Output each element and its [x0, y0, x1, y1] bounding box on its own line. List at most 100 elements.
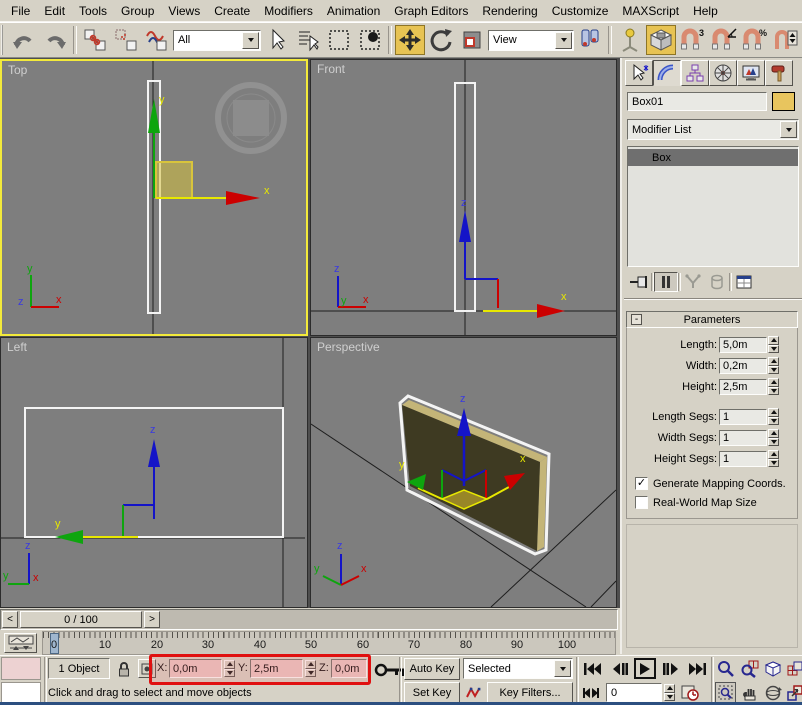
pan-button[interactable]	[739, 682, 760, 703]
maxscript-listener-pane[interactable]	[1, 682, 41, 704]
time-slider-handle[interactable]: 0 / 100	[20, 611, 142, 628]
menu-maxscript[interactable]: MAXScript	[615, 1, 686, 21]
viewport-front[interactable]: Front z x z	[310, 59, 617, 336]
viewport-front-label[interactable]: Front	[317, 62, 345, 76]
remove-modifier-icon[interactable]	[705, 272, 729, 292]
go-to-start-button[interactable]	[581, 659, 605, 679]
arc-rotate-button[interactable]	[762, 682, 783, 703]
reference-coordinate-arrow-icon[interactable]	[555, 32, 572, 49]
previous-frame-button[interactable]	[609, 659, 631, 679]
tab-display[interactable]	[737, 60, 765, 86]
make-unique-icon[interactable]	[681, 272, 705, 292]
unlink-selection-icon[interactable]	[111, 25, 141, 55]
length-field[interactable]: 5,0m	[719, 337, 767, 353]
menu-views[interactable]: Views	[161, 1, 207, 21]
time-slider-prev-button[interactable]: <	[2, 611, 18, 628]
menu-file[interactable]: File	[4, 1, 37, 21]
width-field[interactable]: 0,2m	[719, 358, 767, 374]
select-by-name-icon[interactable]	[293, 25, 323, 55]
viewport-top[interactable]: Top y x	[0, 59, 308, 336]
height-spinner[interactable]	[768, 378, 779, 395]
viewport-perspective-label[interactable]: Perspective	[317, 340, 380, 354]
key-filters-button[interactable]: Key Filters...	[487, 682, 573, 703]
angle-snap-icon[interactable]: 3	[677, 25, 707, 55]
macro-recorder-pane[interactable]	[1, 657, 41, 680]
snaps-toggle-icon[interactable]	[646, 25, 676, 55]
menu-animation[interactable]: Animation	[320, 1, 387, 21]
move-gizmo-left[interactable]: z y	[55, 424, 160, 544]
menu-modifiers[interactable]: Modifiers	[257, 1, 320, 21]
show-end-result-icon[interactable]	[654, 272, 678, 292]
length-segs-spinner[interactable]	[768, 408, 779, 425]
viewport-left-label[interactable]: Left	[7, 340, 27, 354]
zoom-extents-button[interactable]	[762, 658, 783, 679]
parameters-rollout-header[interactable]: - Parameters	[626, 311, 798, 328]
region-zoom-button[interactable]	[715, 682, 736, 703]
tab-hierarchy[interactable]	[681, 60, 709, 86]
view-navigation-ball[interactable]	[218, 85, 284, 151]
track-bar-ruler[interactable]: 0 10 20 30 40 50 60 70 80 90 100	[42, 631, 616, 655]
select-and-scale-icon[interactable]	[457, 25, 487, 55]
modifier-stack-item-box[interactable]: Box	[628, 149, 798, 166]
absolute-mode-toggle[interactable]	[138, 659, 156, 678]
menu-edit[interactable]: Edit	[37, 1, 72, 21]
coord-x-field[interactable]: 0,0m	[169, 659, 222, 678]
frame-number-spinner[interactable]	[664, 684, 675, 701]
tab-motion[interactable]	[709, 60, 737, 86]
height-field[interactable]: 2,5m	[719, 379, 767, 395]
coord-z-field[interactable]: 0,0m	[331, 659, 367, 678]
rectangular-selection-region-icon[interactable]	[324, 25, 354, 55]
play-button[interactable]	[634, 658, 656, 679]
select-and-rotate-icon[interactable]	[426, 25, 456, 55]
object-name-field[interactable]: Box01	[627, 92, 767, 111]
width-segs-spinner[interactable]	[768, 429, 779, 446]
key-mode-toggle-button[interactable]	[581, 684, 601, 702]
modifier-list-dropdown[interactable]: Modifier List	[627, 119, 799, 140]
selection-lock-icon[interactable]	[114, 658, 134, 679]
select-and-manipulate-icon[interactable]	[615, 25, 645, 55]
width-segs-field[interactable]: 1	[719, 430, 767, 446]
zoom-button[interactable]	[715, 658, 736, 679]
object-color-swatch[interactable]	[772, 92, 795, 111]
menu-create[interactable]: Create	[207, 1, 257, 21]
key-mode-dropdown[interactable]: Selected	[463, 658, 573, 679]
undo-icon[interactable]	[9, 25, 39, 55]
key-mode-arrow-icon[interactable]	[554, 660, 571, 677]
next-frame-button[interactable]	[660, 659, 682, 679]
height-segs-spinner[interactable]	[768, 450, 779, 467]
select-object-icon[interactable]	[262, 25, 292, 55]
menu-help[interactable]: Help	[686, 1, 725, 21]
real-world-map-size-checkbox[interactable]	[635, 496, 648, 509]
use-pivot-point-center-icon[interactable]	[575, 25, 605, 55]
default-tangent-icon[interactable]	[463, 682, 483, 703]
viewport-perspective[interactable]: Perspective	[310, 337, 617, 608]
tab-utilities[interactable]	[765, 60, 793, 86]
auto-key-button[interactable]: Auto Key	[404, 658, 460, 680]
selection-filter-arrow-icon[interactable]	[242, 32, 259, 49]
listener-splitter[interactable]	[44, 657, 47, 704]
width-spinner[interactable]	[768, 357, 779, 374]
frame-number-field[interactable]: 0	[606, 683, 662, 702]
viewport-left[interactable]: Left z y z	[0, 337, 308, 608]
mini-curve-editor-button[interactable]	[4, 633, 37, 653]
coord-y-spinner[interactable]	[305, 660, 316, 677]
time-configuration-button[interactable]	[679, 682, 700, 703]
coord-y-field[interactable]: 2,5m	[250, 659, 303, 678]
menu-rendering[interactable]: Rendering	[475, 1, 544, 21]
zoom-extents-all-button[interactable]	[784, 658, 802, 679]
collapse-icon[interactable]: -	[631, 314, 642, 325]
toolbar-handle[interactable]	[1, 25, 6, 55]
time-slider-next-button[interactable]: >	[144, 611, 160, 628]
reference-coordinate-dropdown[interactable]: View	[488, 30, 574, 51]
tab-create[interactable]	[625, 60, 653, 86]
select-and-link-icon[interactable]	[80, 25, 110, 55]
pin-stack-icon[interactable]	[627, 272, 651, 292]
modifier-stack[interactable]: Box	[627, 146, 799, 267]
configure-modifier-sets-icon[interactable]	[732, 272, 756, 292]
length-spinner[interactable]	[768, 336, 779, 353]
modifier-list-arrow-icon[interactable]	[780, 121, 797, 138]
coord-x-spinner[interactable]	[224, 660, 235, 677]
spinner-snap-icon[interactable]: %	[739, 25, 769, 55]
zoom-all-button[interactable]	[739, 658, 760, 679]
spinner-snap-toggle-icon[interactable]	[770, 25, 800, 55]
